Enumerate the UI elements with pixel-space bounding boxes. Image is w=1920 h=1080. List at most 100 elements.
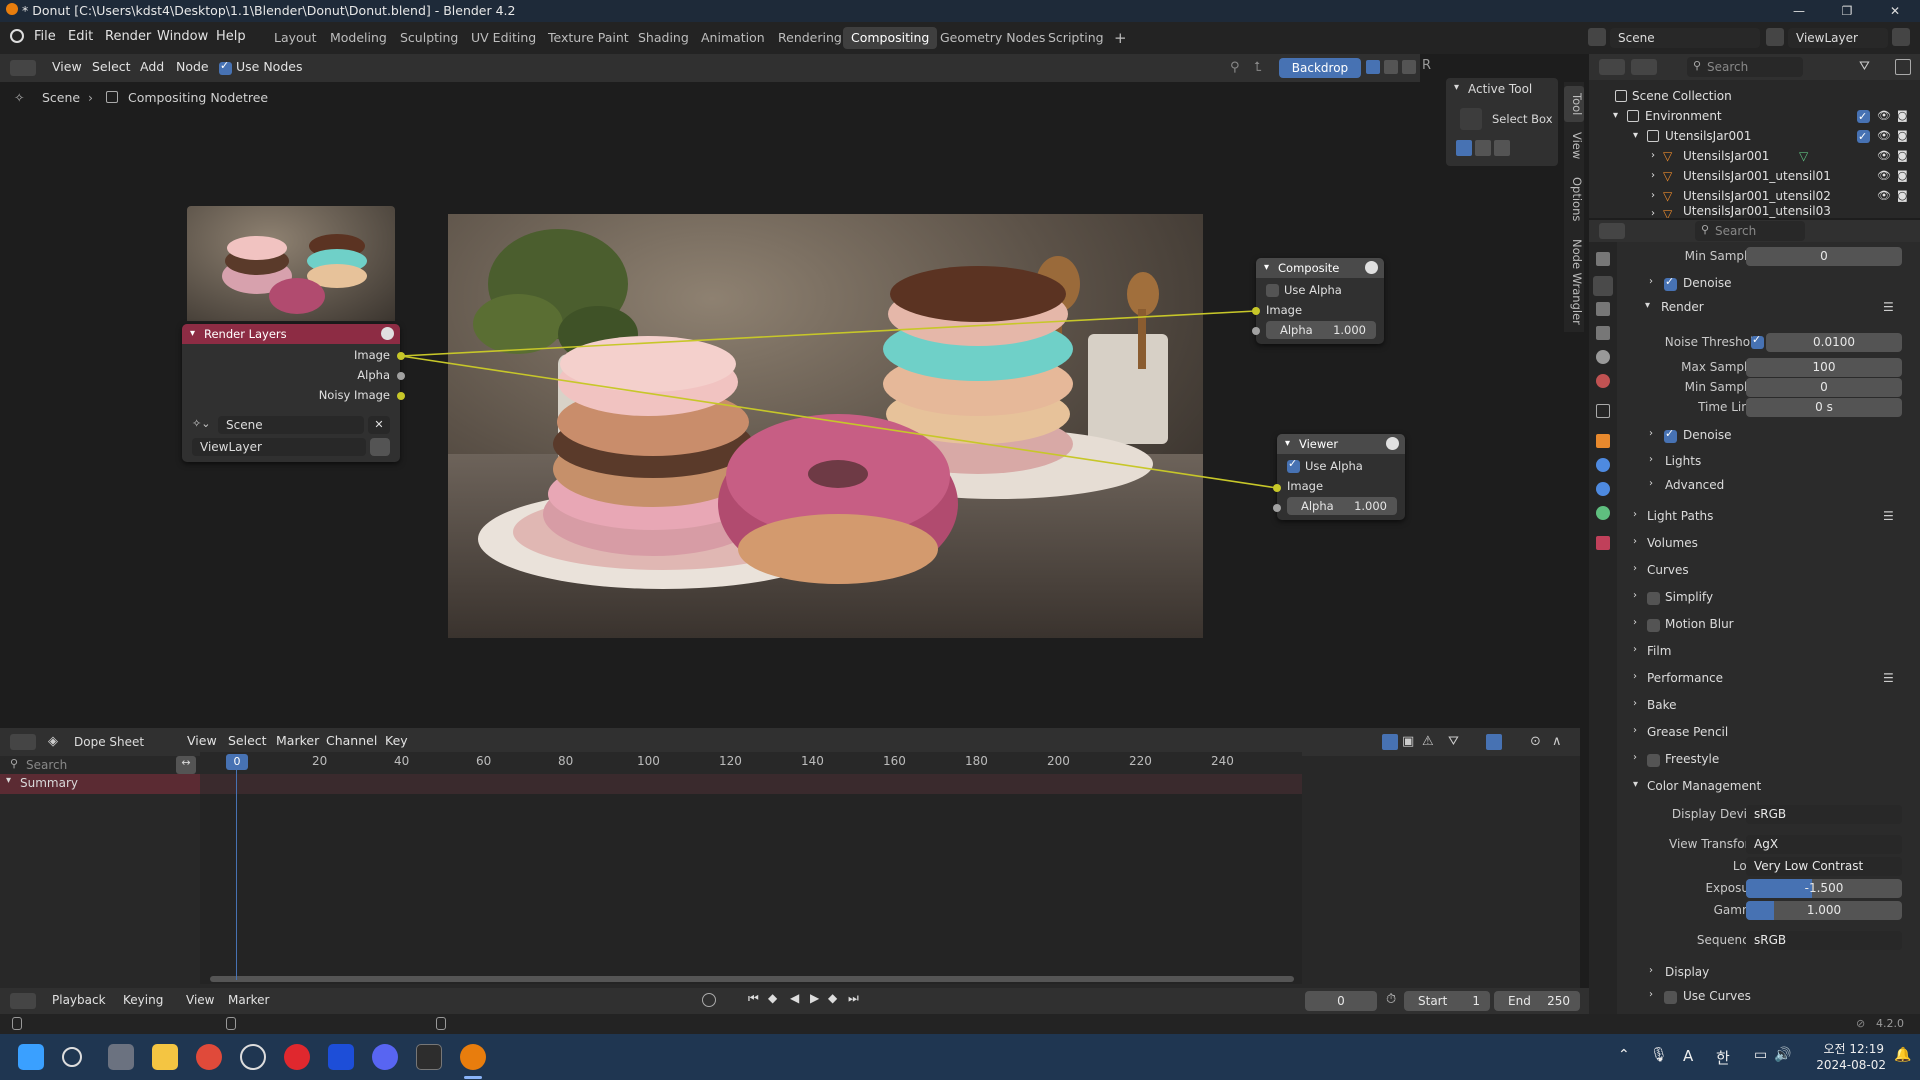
search-icon[interactable]: [62, 1047, 82, 1067]
start-frame-field[interactable]: Start 1: [1404, 991, 1490, 1011]
dope-menu-select[interactable]: Select: [228, 733, 267, 748]
only-errors-icon[interactable]: ⚠: [1422, 734, 1438, 750]
chrome-icon[interactable]: [196, 1044, 222, 1070]
camera-icon[interactable]: ◙: [1897, 106, 1908, 126]
sidebar-tab-view[interactable]: View: [1564, 128, 1584, 164]
panel-curves[interactable]: › Curves: [1619, 560, 1919, 582]
view-layer-selector[interactable]: ViewLayer: [1788, 28, 1888, 48]
expand-chevron-icon[interactable]: ›: [1633, 536, 1637, 547]
dope-editor-type-icon[interactable]: [10, 734, 36, 750]
sidebar-tab-tool[interactable]: Tool: [1564, 86, 1584, 122]
render-layer-icon[interactable]: [370, 438, 390, 456]
auto-keying-icon[interactable]: [702, 993, 716, 1007]
time-limit-field[interactable]: 0 s: [1746, 398, 1902, 417]
expand-chevron-icon[interactable]: ›: [1633, 509, 1637, 520]
viewer-alpha-slider[interactable]: Alpha 1.000: [1287, 497, 1397, 515]
prev-keyframe-icon[interactable]: ◆: [768, 991, 777, 1005]
lights-label[interactable]: Lights: [1665, 454, 1701, 468]
outliner-row-utensilsjar-collection[interactable]: ▾ UtensilsJar001 👁 ◙: [1589, 126, 1920, 147]
play-icon[interactable]: ▶: [810, 991, 819, 1005]
scene-tab-icon[interactable]: [1596, 350, 1610, 364]
output-tab-icon[interactable]: [1596, 302, 1610, 316]
view-transform-dropdown[interactable]: AgX: [1746, 835, 1902, 854]
render-tab-icon[interactable]: [1593, 276, 1613, 296]
youtube-music-icon[interactable]: [284, 1044, 310, 1070]
mesh-data-icon[interactable]: ▽: [1799, 146, 1808, 166]
render-layers-viewlayer-field[interactable]: ViewLayer: [192, 438, 366, 456]
app-icon[interactable]: [328, 1044, 354, 1070]
outliner-editor-type-icon[interactable]: [1599, 59, 1625, 75]
max-samples-field[interactable]: 100: [1746, 358, 1902, 377]
outliner-row-utensil01[interactable]: › ▽ UtensilsJar001_utensil01 👁 ◙: [1589, 166, 1920, 186]
composite-toggle-icon[interactable]: [1365, 261, 1378, 274]
clock-time[interactable]: 오전 12:19: [1812, 1040, 1884, 1057]
socket-alpha-output[interactable]: [397, 372, 405, 380]
eye-icon[interactable]: 👁: [1877, 126, 1891, 146]
timeline-editor-type-icon[interactable]: [10, 993, 36, 1009]
notification-bell-icon[interactable]: 🔔: [1894, 1047, 1911, 1063]
jump-end-icon[interactable]: ⏭: [848, 991, 859, 1006]
maximize-button[interactable]: ❐: [1824, 0, 1870, 22]
new-view-layer-icon[interactable]: [1892, 28, 1910, 46]
dope-search-input[interactable]: Search: [4, 756, 196, 774]
socket-noisy-image-output[interactable]: [397, 392, 405, 400]
collection-tab-icon[interactable]: [1596, 404, 1610, 418]
look-dropdown[interactable]: Very Low Contrast: [1746, 857, 1902, 876]
panel-color-management[interactable]: ▾ Color Management: [1619, 776, 1919, 798]
dope-sheet[interactable]: Search ⚲ ↔ ▾ Summary: [0, 756, 1580, 988]
use-curves-checkbox[interactable]: [1664, 991, 1677, 1004]
physics-tab-icon[interactable]: [1596, 458, 1610, 472]
socket-viewer-alpha-input[interactable]: [1273, 504, 1281, 512]
clock-date[interactable]: 2024-08-02: [1810, 1058, 1886, 1072]
outliner-search-input[interactable]: Search: [1687, 57, 1803, 77]
view-layer-icon[interactable]: [1766, 28, 1784, 46]
composite-use-alpha-checkbox[interactable]: [1266, 284, 1279, 297]
jump-start-icon[interactable]: ⏮: [748, 991, 759, 1006]
simplify-checkbox[interactable]: [1647, 592, 1660, 605]
summary-channel[interactable]: ▾ Summary: [0, 774, 200, 794]
ime-hangul[interactable]: 한: [1716, 1047, 1730, 1068]
motion-blur-checkbox[interactable]: [1647, 619, 1660, 632]
dope-keyframe-area[interactable]: [200, 794, 1302, 984]
presets-list-icon[interactable]: ☰: [1883, 300, 1894, 314]
outliner-row-utensil02[interactable]: › ▽ UtensilsJar001_utensil02 👁 ◙: [1589, 186, 1920, 206]
outliner-row-environment[interactable]: ▾ Environment 👁 ◙: [1589, 106, 1920, 127]
view-layer-tab-icon[interactable]: [1596, 326, 1610, 340]
composite-header[interactable]: ▾ Composite: [1256, 258, 1384, 278]
collapse-chevron-icon[interactable]: ▾: [1645, 300, 1650, 311]
dope-menu-channel[interactable]: Channel: [326, 733, 377, 748]
collapse-chevron-icon[interactable]: ▾: [1633, 779, 1638, 790]
collapse-chevron-icon[interactable]: ▾: [1285, 434, 1290, 454]
show-hidden-icon[interactable]: ▣: [1402, 734, 1418, 750]
outliner-row-scene-collection[interactable]: Scene Collection: [1589, 86, 1920, 106]
new-collection-icon[interactable]: [1895, 59, 1911, 75]
noise-threshold-field[interactable]: 0.0100: [1766, 333, 1902, 352]
camera-icon[interactable]: ◙: [1897, 126, 1908, 146]
network-icon[interactable]: ▭: [1754, 1047, 1767, 1063]
expand-chevron-icon[interactable]: ›: [1633, 698, 1637, 709]
dope-menu-view[interactable]: View: [187, 733, 217, 748]
camera-icon[interactable]: ◙: [1897, 186, 1908, 206]
panel-bake[interactable]: › Bake: [1619, 695, 1919, 717]
expand-chevron-icon[interactable]: ›: [1651, 204, 1655, 218]
file-explorer-icon[interactable]: [152, 1044, 178, 1070]
sidebar-tab-node-wrangler[interactable]: Node Wrangler: [1564, 234, 1584, 329]
select-mode-new-icon[interactable]: [1456, 140, 1472, 156]
proportional-icon[interactable]: ⊙: [1530, 734, 1546, 750]
display-device-dropdown[interactable]: sRGB: [1746, 805, 1902, 824]
panel-motion-blur[interactable]: › Motion Blur: [1619, 614, 1919, 636]
scene-icon[interactable]: [1588, 28, 1606, 46]
interpolation-icon[interactable]: ∧: [1552, 734, 1568, 750]
composite-node[interactable]: ▾ Composite Use Alpha Image Alpha 1.000: [1256, 258, 1384, 344]
volume-icon[interactable]: 🔊: [1774, 1047, 1791, 1063]
keying-menu[interactable]: Keying: [123, 993, 163, 1007]
select-mode-subtract-icon[interactable]: [1494, 140, 1510, 156]
render-layers-header[interactable]: ▾ Render Layers: [182, 324, 400, 344]
blender-taskbar-icon[interactable]: [460, 1044, 486, 1070]
freestyle-checkbox[interactable]: [1647, 754, 1660, 767]
panel-volumes[interactable]: › Volumes: [1619, 533, 1919, 555]
expand-chevron-icon[interactable]: ›: [1633, 644, 1637, 655]
next-keyframe-icon[interactable]: ◆: [828, 991, 837, 1005]
expand-chevron-icon[interactable]: ›: [1633, 590, 1637, 601]
properties-editor-type-icon[interactable]: [1599, 223, 1625, 239]
